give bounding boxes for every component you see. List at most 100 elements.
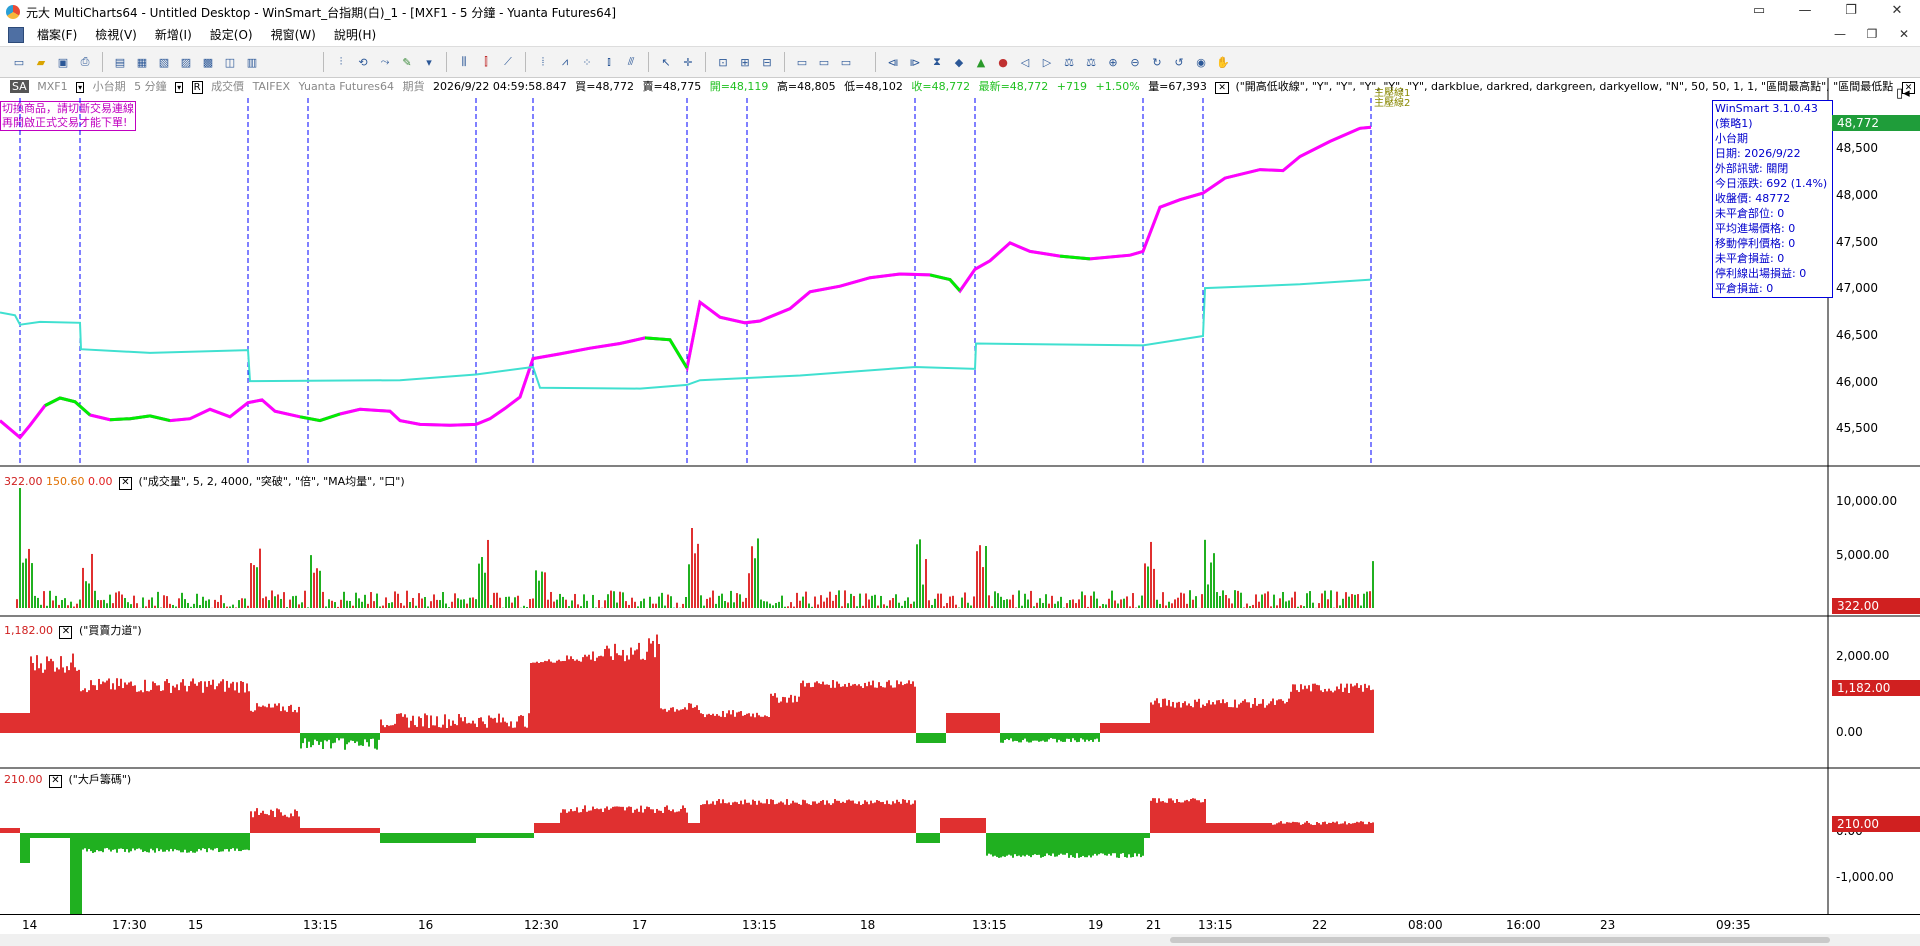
- report-icon[interactable]: ▩: [199, 53, 217, 71]
- scrollbar-thumb[interactable]: [1170, 937, 1830, 943]
- scale2-icon[interactable]: ⚖: [1082, 53, 1100, 71]
- zoom-in-icon[interactable]: ⊕: [1104, 53, 1122, 71]
- save-icon[interactable]: ▣: [54, 53, 72, 71]
- zoom-out-icon[interactable]: ⊖: [1126, 53, 1144, 71]
- big-bar: [830, 804, 832, 833]
- window-icon-1[interactable]: ⊡: [714, 53, 732, 71]
- mdi-window-icon[interactable]: [8, 27, 24, 43]
- force-bar: [976, 713, 978, 733]
- layout-icon-1[interactable]: ▭: [793, 53, 811, 71]
- force-bar: [458, 714, 460, 733]
- menu-view[interactable]: 檢視(V): [86, 24, 146, 46]
- scroll-left-icon[interactable]: ⧏: [884, 53, 902, 71]
- volume-bar: [1360, 605, 1362, 608]
- force-bar: [660, 708, 662, 733]
- volume-icon[interactable]: ⫻: [622, 53, 640, 71]
- chart-canvas[interactable]: [0, 78, 1920, 914]
- move-left-icon[interactable]: ◁: [1016, 53, 1034, 71]
- bar-chart-icon[interactable]: ⫼: [455, 53, 473, 71]
- portfolio-icon[interactable]: ◫: [221, 53, 239, 71]
- hourglass-icon[interactable]: ⧗: [928, 53, 946, 71]
- force-bar: [290, 704, 292, 733]
- scroll-back-icon[interactable]: ⧐: [906, 53, 924, 71]
- force-bar: [706, 714, 708, 733]
- mdi-restore-button[interactable]: ❐: [1856, 24, 1888, 46]
- folder-icon[interactable]: ▰: [32, 53, 50, 71]
- print-icon[interactable]: ⎙: [76, 53, 94, 71]
- force-bar: [758, 715, 760, 733]
- menu-help[interactable]: 說明(H): [325, 24, 385, 46]
- tick-icon[interactable]: ⦙: [534, 53, 552, 71]
- desktop-icon[interactable]: ▭: [10, 53, 28, 71]
- scale-icon[interactable]: ⚖: [1060, 53, 1078, 71]
- force-bar: [654, 657, 656, 733]
- up-arrow-icon[interactable]: ▲: [972, 53, 990, 71]
- menu-window[interactable]: 視窗(W): [262, 24, 325, 46]
- hand-icon[interactable]: ✋: [1214, 53, 1232, 71]
- big-bar: [70, 833, 72, 914]
- layout-icon-2[interactable]: ▭: [815, 53, 833, 71]
- volume-bar: [181, 592, 183, 608]
- restore-desktop-button[interactable]: ▭: [1736, 0, 1782, 24]
- force-bar: [944, 733, 946, 743]
- big-bar: [314, 828, 316, 833]
- menu-insert[interactable]: 新增(I): [146, 24, 201, 46]
- force-bar: [418, 716, 420, 733]
- diamond-icon[interactable]: ◆: [950, 53, 968, 71]
- chevron-down-icon[interactable]: ▾: [420, 53, 438, 71]
- volume-bar: [265, 596, 267, 608]
- force-bar: [652, 640, 654, 733]
- pattern-icon[interactable]: ⩘: [556, 53, 574, 71]
- chart-icon[interactable]: ▤: [111, 53, 129, 71]
- mdi-minimize-button[interactable]: —: [1824, 24, 1856, 46]
- time-axis[interactable]: 14 17:30 15 13:15 16 12:30 17 13:15 18 1…: [0, 914, 1920, 935]
- big-bar: [554, 823, 556, 833]
- force-bar: [588, 654, 590, 733]
- cursor-icon[interactable]: ↖: [657, 53, 675, 71]
- bars-icon[interactable]: ⫾: [600, 53, 618, 71]
- move-right-icon[interactable]: ▷: [1038, 53, 1056, 71]
- volume-bar: [619, 591, 621, 608]
- rotate-icon[interactable]: ↻: [1148, 53, 1166, 71]
- force-study-close-icon[interactable]: ✕: [59, 626, 73, 639]
- mdi-close-button[interactable]: ✕: [1888, 24, 1920, 46]
- line-chart-icon[interactable]: ⟋: [499, 53, 517, 71]
- big-bar: [470, 833, 472, 843]
- volume-bar: [136, 603, 138, 608]
- alert-icon[interactable]: ●: [994, 53, 1012, 71]
- big-bar: [570, 809, 572, 833]
- scatter-icon[interactable]: ⁘: [578, 53, 596, 71]
- volume-bar: [223, 603, 225, 608]
- force-bar: [414, 725, 416, 733]
- volume-study-close-icon[interactable]: ✕: [119, 477, 132, 490]
- force-bar: [172, 685, 174, 733]
- scanner-icon[interactable]: ▧: [155, 53, 173, 71]
- volume-bar: [457, 598, 459, 608]
- menu-settings[interactable]: 設定(O): [201, 24, 262, 46]
- volume-bar: [1183, 593, 1185, 608]
- editor-icon[interactable]: ▥: [243, 53, 261, 71]
- strategy-icon[interactable]: ⟲: [354, 53, 372, 71]
- drawing-tool-icon[interactable]: ✎: [398, 53, 416, 71]
- maximize-button[interactable]: ❐: [1828, 0, 1874, 24]
- window-icon-2[interactable]: ⊞: [736, 53, 754, 71]
- force-bar: [386, 724, 388, 733]
- force-bar: [408, 727, 410, 733]
- crosshair-icon[interactable]: ✛: [679, 53, 697, 71]
- layout-icon-3[interactable]: ▭: [837, 53, 855, 71]
- menu-file[interactable]: 檔案(F): [28, 24, 86, 46]
- quote-icon[interactable]: ▦: [133, 53, 151, 71]
- big-bar: [1086, 833, 1088, 858]
- undo-icon[interactable]: ↺: [1170, 53, 1188, 71]
- big-bar: [130, 833, 132, 852]
- candle-chart-icon[interactable]: ⫿: [477, 53, 495, 71]
- window-icon-3[interactable]: ⊟: [758, 53, 776, 71]
- minimize-button[interactable]: —: [1782, 0, 1828, 24]
- dom-icon[interactable]: ▨: [177, 53, 195, 71]
- indicator-icon[interactable]: ⫶: [332, 53, 350, 71]
- close-button[interactable]: ✕: [1874, 0, 1920, 24]
- signal-icon[interactable]: ⤳: [376, 53, 394, 71]
- big-study-close-icon[interactable]: ✕: [49, 775, 62, 788]
- eye-icon[interactable]: ◉: [1192, 53, 1210, 71]
- horizontal-scrollbar[interactable]: [0, 934, 1920, 946]
